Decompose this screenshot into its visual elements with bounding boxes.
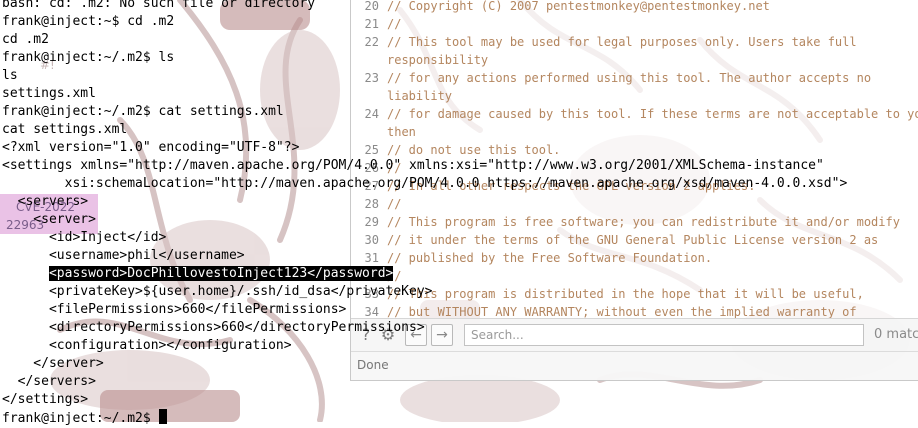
terminal-line: </settings> [2, 392, 89, 407]
terminal-line: <?xml version="1.0" encoding="UTF-8"?> [2, 140, 300, 155]
terminal-line: ls [2, 68, 18, 83]
terminal-line: bash: cd: .m2: No such file or directory [2, 0, 316, 11]
terminal-prompt-line[interactable]: frank@inject:~/.m2$ [2, 409, 167, 427]
terminal-line: <directoryPermissions>660</directoryPerm… [2, 320, 425, 335]
terminal-line: cd .m2 [2, 32, 49, 47]
terminal-line: </server> [2, 356, 104, 371]
terminal-line: cat settings.xml [2, 122, 128, 137]
terminal-prompt: frank@inject:~/.m2$ [2, 411, 159, 426]
terminal-line: <filePermissions>660</filePermissions> [2, 302, 347, 317]
terminal-line: frank@inject:~/.m2$ cat settings.xml [2, 104, 284, 119]
selected-password-text: <password>DocPhillovestoInject123</passw… [48, 266, 394, 281]
terminal-window[interactable]: bash: cd: .m2: No such file or directory… [0, 0, 918, 426]
terminal-line: <configuration></configuration> [2, 338, 292, 353]
terminal-line: </servers> [2, 374, 96, 389]
terminal-line: <privateKey>${user.home}/.ssh/id_dsa</pr… [2, 284, 433, 299]
terminal-line: xsi:schemaLocation="http://maven.apache.… [2, 176, 848, 191]
terminal-line: <password>DocPhillovestoInject123</passw… [2, 265, 394, 283]
terminal-line: <servers> [2, 194, 89, 209]
terminal-line: <settings xmlns="http://maven.apache.org… [2, 158, 824, 173]
terminal-line: frank@inject:~$ cd .m2 [2, 14, 175, 29]
terminal-line: frank@inject:~/.m2$ ls [2, 50, 175, 65]
terminal-line: settings.xml [2, 86, 96, 101]
terminal-line: <server> [2, 212, 96, 227]
terminal-line: <username>phil</username> [2, 248, 245, 263]
terminal-line: <id>Inject</id> [2, 230, 167, 245]
